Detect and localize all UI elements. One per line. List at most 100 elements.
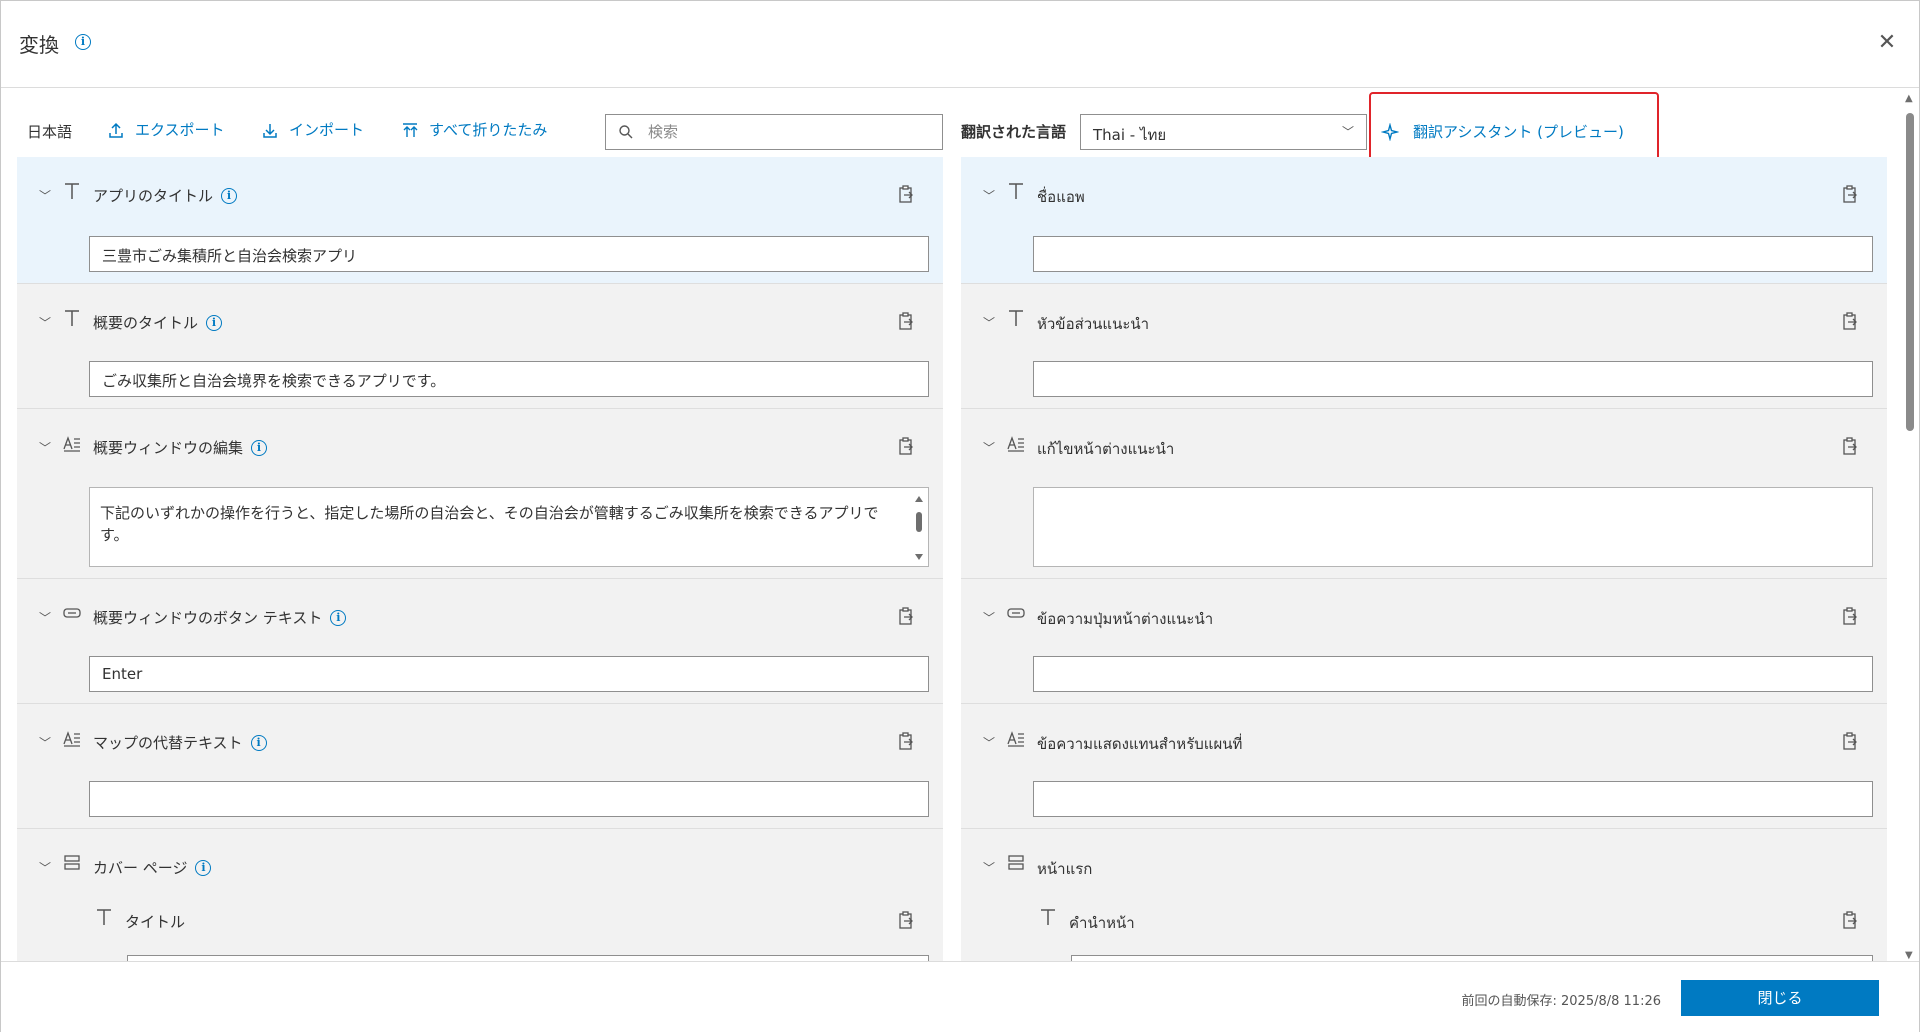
copy-icon[interactable] [897,312,915,332]
field-textarea[interactable]: 下記のいずれかの操作を行うと、指定した場所の自治会と、その自治会が管轄するごみ収… [89,487,929,567]
field-label: 概要ウィンドウのボタン テキスト [93,609,323,627]
chevron-down-icon[interactable]: ﹀ [39,609,51,626]
collapse-all-icon [403,122,418,137]
field-label: 概要ウィンドウの編集 [93,439,244,457]
info-icon[interactable]: i [250,734,267,751]
autosave-status: 前回の自動保存: 2025/8/8 11:26 [1461,994,1662,1009]
scroll-down-icon[interactable]: ▼ [1905,950,1913,961]
sub-field-label: คำนำหน้า [1069,914,1135,932]
dialog-header: 変換 i ✕ [1,1,1919,88]
target-toolbar: 翻訳された言語 Thai - ไทย ﹀ 翻訳アシスタント (プレビュー) [961,92,1891,167]
chevron-down-icon: ﹀ [1341,125,1354,139]
info-icon[interactable]: i [221,187,238,204]
section-label: カバー ページ [93,859,188,877]
dialog-footer: 前回の自動保存: 2025/8/8 11:26 閉じる [1,961,1919,1032]
scrollbar-thumb[interactable] [1906,113,1914,431]
translation-input[interactable] [1033,656,1873,692]
field-value: 下記のいずれかの操作を行うと、指定した場所の自治会と、その自治会が管轄するごみ収… [100,504,879,544]
close-button[interactable]: 閉じる [1681,980,1879,1016]
copy-icon[interactable] [897,732,915,752]
field-label: アプリのタイトル [93,187,214,205]
copy-icon[interactable] [1841,185,1859,205]
field-value[interactable] [89,781,929,817]
field-label: マップの代替テキスト [93,734,243,752]
textarea-scrollbar[interactable] [912,492,926,564]
text-icon [65,310,79,326]
chevron-down-icon[interactable]: ﹀ [983,439,995,456]
collapse-all-button[interactable]: すべて折りたたみ [401,119,547,140]
import-icon [263,123,277,138]
copy-icon[interactable] [1841,911,1859,931]
info-icon[interactable]: i [251,439,268,456]
vertical-scrollbar[interactable]: ▲ ▼ [1903,93,1917,961]
export-button[interactable]: エクスポート [107,119,225,140]
info-icon[interactable]: i [195,859,212,876]
section-icon [1008,855,1024,870]
rich-text-icon [1007,731,1024,747]
rich-text-icon [1007,436,1024,452]
target-row: ﹀ ข้อความปุ่มหน้าต่างแนะนำ [961,579,1887,704]
source-row: ﹀ 概要ウィンドウの編集 i 下記のいずれかの操作を行うと、指定した場所の自治会と… [17,409,943,579]
source-row: ﹀ アプリのタイトル i 三豊市ごみ集積所と自治会検索アプリ [17,157,943,284]
field-label: ชื่อแอพ [1037,188,1085,206]
import-button[interactable]: インポート [261,119,364,140]
source-language-label: 日本語 [27,123,73,141]
field-value[interactable]: ごみ収集所と自治会境界を検索できるアプリです。 [89,361,929,397]
section-label: หน้าแรก [1037,860,1093,878]
target-row: ﹀ หัวข้อส่วนแนะนำ [961,284,1887,409]
info-icon[interactable]: i [75,34,91,50]
field-value[interactable]: Enter [89,656,929,692]
chevron-down-icon[interactable]: ﹀ [39,314,51,331]
source-row: ﹀ マップの代替テキスト i [17,704,943,829]
chevron-down-icon[interactable]: ﹀ [983,734,995,751]
copy-icon[interactable] [1841,437,1859,457]
chevron-down-icon[interactable]: ﹀ [39,187,51,204]
target-panel: ﹀ ชื่อแอพ ﹀ หัวข้อส่วนแนะนำ ﹀ แก้ไขหน้าต… [961,157,1887,961]
source-toolbar: 日本語 エクスポート インポート すべて折りたたみ [17,111,943,151]
field-value[interactable]: 三豊市ごみ集積所と自治会検索アプリ [89,236,929,272]
text-icon [65,183,79,199]
field-label: 概要のタイトル [93,314,199,332]
copy-icon[interactable] [1841,312,1859,332]
target-row-section: ﹀ หน้าแรก คำนำหน้า [961,829,1887,961]
chevron-down-icon[interactable]: ﹀ [983,187,995,204]
chevron-down-icon[interactable]: ﹀ [983,609,995,626]
chevron-down-icon[interactable]: ﹀ [983,314,995,331]
chevron-down-icon[interactable]: ﹀ [39,734,51,751]
rich-text-icon [63,731,80,747]
chevron-down-icon[interactable]: ﹀ [39,859,51,876]
copy-icon[interactable] [897,185,915,205]
chevron-down-icon[interactable]: ﹀ [39,439,51,456]
search-input[interactable] [648,123,928,141]
copy-icon[interactable] [897,911,915,931]
section-icon [64,855,80,870]
translation-input[interactable] [1033,781,1873,817]
sub-field-label: タイトル [125,913,186,931]
info-icon[interactable]: i [330,609,347,626]
dialog-title: 変換 [19,33,59,57]
chevron-down-icon[interactable]: ﹀ [983,859,995,876]
scroll-up-icon[interactable]: ▲ [1905,93,1913,104]
search-box[interactable] [605,114,943,150]
field-label: แก้ไขหน้าต่างแนะนำ [1037,440,1175,458]
translation-input[interactable] [1033,236,1873,272]
source-row: ﹀ 概要ウィンドウのボタン テキスト i Enter [17,579,943,704]
sparkle-icon [1381,122,1399,141]
rich-text-icon [63,436,80,452]
copy-icon[interactable] [1841,607,1859,627]
translation-input[interactable] [1033,361,1873,397]
language-select[interactable]: Thai - ไทย ﹀ [1080,114,1367,150]
copy-icon[interactable] [897,437,915,457]
close-icon[interactable]: ✕ [1875,31,1899,55]
field-label: ข้อความปุ่มหน้าต่างแนะนำ [1037,610,1214,628]
source-panel: ﹀ アプリのタイトル i 三豊市ごみ集積所と自治会検索アプリ ﹀ 概要のタイトル i… [17,157,943,961]
button-icon [63,608,81,618]
field-label: หัวข้อส่วนแนะนำ [1037,315,1150,333]
text-icon [1041,909,1055,925]
copy-icon[interactable] [1841,732,1859,752]
search-icon [619,125,633,139]
copy-icon[interactable] [897,607,915,627]
translation-textarea[interactable] [1033,487,1873,567]
info-icon[interactable]: i [206,314,223,331]
translation-assistant-button[interactable]: 翻訳アシスタント (プレビュー) [1381,121,1624,142]
